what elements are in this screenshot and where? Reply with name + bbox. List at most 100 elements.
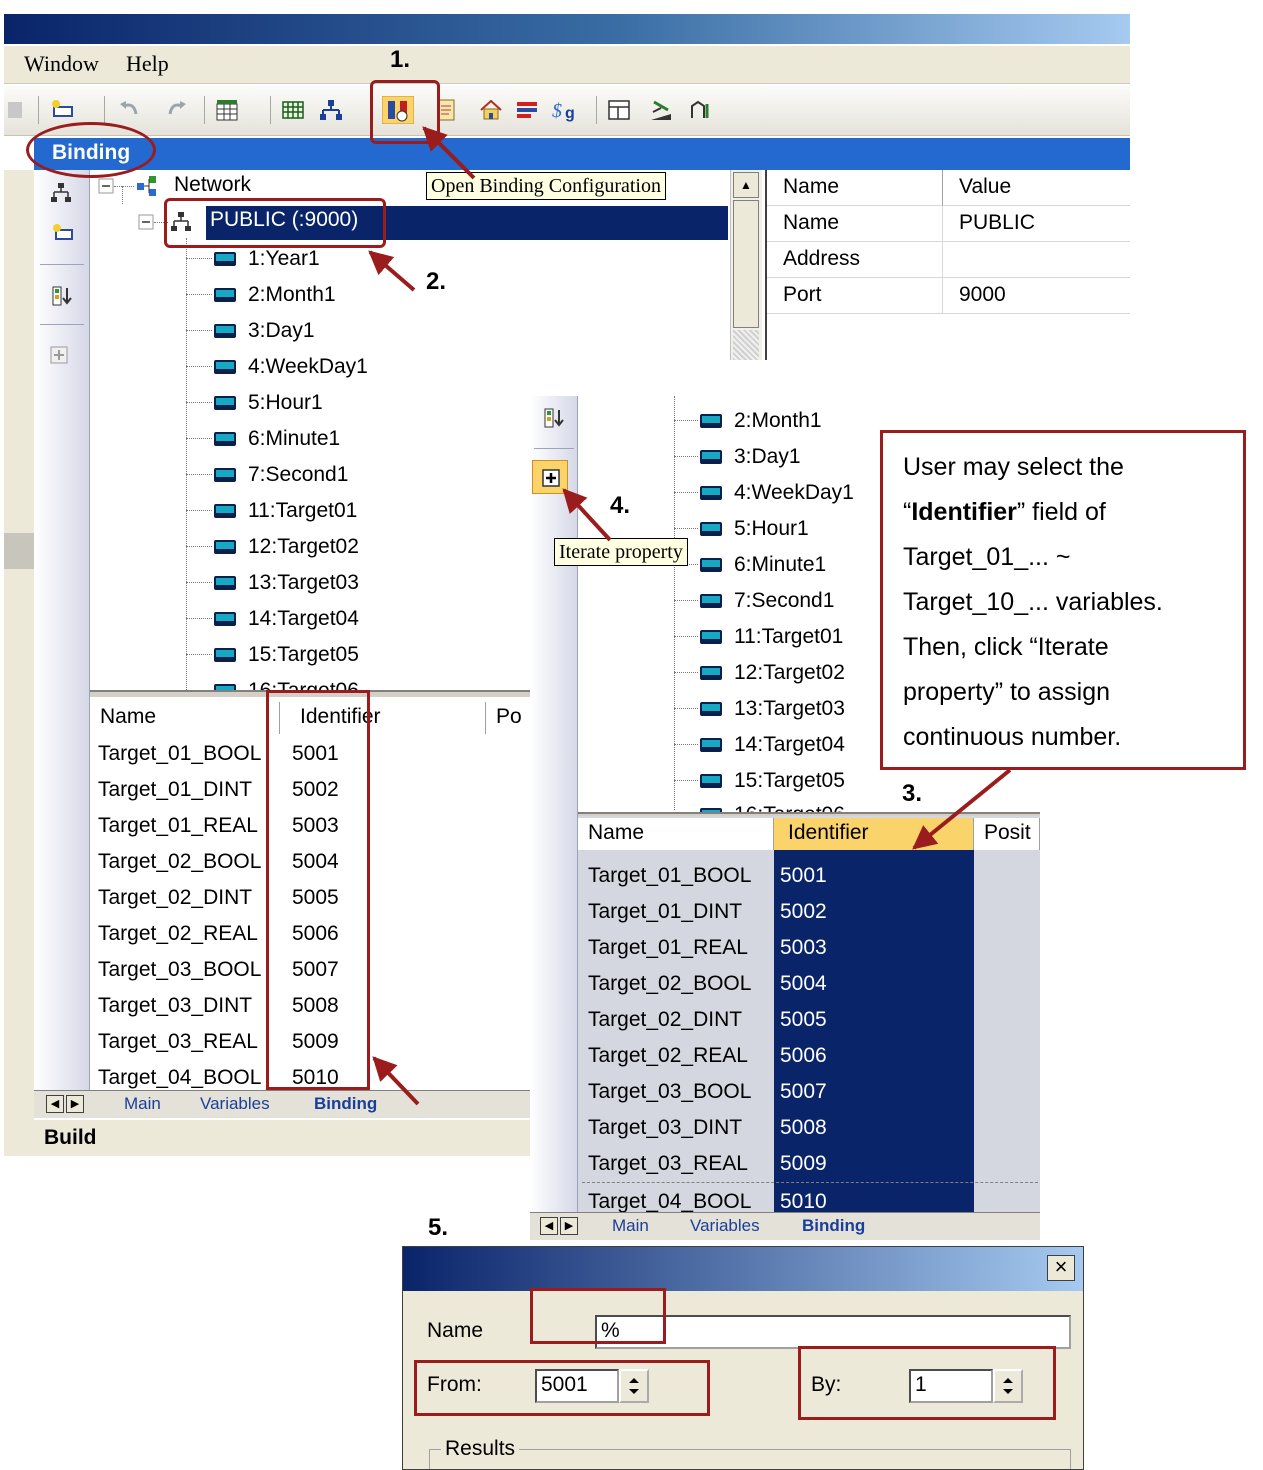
list-cell-name[interactable]: Target_04_BOOL [98,1060,261,1090]
tree-node[interactable]: 12:Target02 [700,658,845,688]
list-color-icon[interactable] [514,98,540,122]
tree-node[interactable]: 4:WeekDay1 [214,352,368,382]
list-cell-identifier-selected[interactable]: 5002 [780,894,827,930]
redo-icon[interactable] [164,98,190,122]
list-cell-identifier-selected[interactable]: 5003 [780,930,827,966]
tree-node[interactable]: 1:Year1 [214,244,320,274]
name-input[interactable]: % [595,1315,1071,1349]
collapse-public-icon[interactable] [138,214,154,230]
scroll-thumb[interactable] [733,200,759,328]
tab-scroll-right[interactable]: ▶ [560,1217,578,1235]
list-cell-identifier-selected[interactable]: 5005 [780,1002,827,1038]
tree-node[interactable]: 15:Target05 [700,766,845,796]
list-cell-name[interactable]: Target_03_DINT [98,988,252,1024]
layout-icon[interactable] [606,98,632,122]
iterate-property-icon-disabled[interactable] [50,346,68,364]
tab-scroll-right[interactable]: ▶ [66,1095,84,1113]
tab-scroll-left[interactable]: ◀ [540,1217,558,1235]
list-cell-name[interactable]: Target_02_BOOL [588,966,751,1002]
tree-node[interactable]: 3:Day1 [700,442,801,472]
undo-icon[interactable] [116,98,142,122]
tab-main[interactable]: Main [124,1094,161,1114]
tree-node[interactable]: 15:Target05 [214,640,359,670]
list-cell-name[interactable]: Target_03_BOOL [588,1074,751,1110]
grid-icon[interactable] [280,98,306,122]
tree-node[interactable]: 14:Target04 [700,730,845,760]
prop-port-value[interactable]: 9000 [943,278,1130,314]
list-cell-name[interactable]: Target_02_DINT [588,1002,742,1038]
tree-node[interactable]: 4:WeekDay1 [700,478,854,508]
collapse-network-icon[interactable] [98,178,114,194]
list-cell-identifier-selected[interactable]: 5007 [780,1074,827,1110]
tab-variables[interactable]: Variables [200,1094,270,1114]
tree-node[interactable]: 11:Target01 [214,496,357,526]
tree-node[interactable]: 11:Target01 [700,622,843,652]
tree-node[interactable]: 14:Target04 [214,604,359,634]
network-icon[interactable] [318,98,344,122]
scroll-up-button[interactable]: ▲ [733,172,759,198]
tab-binding[interactable]: Binding [314,1094,377,1114]
list-header-position[interactable]: Po [486,702,530,734]
list-cell-name[interactable]: Target_01_BOOL [588,858,751,894]
tree-node[interactable]: 13:Target03 [214,568,359,598]
tree-node[interactable]: 16:Target06 [700,800,845,812]
list-cell-name[interactable]: Target_01_REAL [588,930,748,966]
list-cell-name[interactable]: Target_01_DINT [98,772,252,808]
new-item-icon[interactable] [48,98,74,122]
list-cell-name[interactable]: Target_02_DINT [98,880,252,916]
list-cell-identifier-selected[interactable]: 5004 [780,966,827,1002]
run-icon[interactable] [688,98,714,122]
tree-node[interactable]: 5:Hour1 [700,514,809,544]
network-tree-icon[interactable] [50,182,72,204]
tab-variables[interactable]: Variables [690,1216,760,1236]
list-header-position[interactable]: Posit [974,818,1040,850]
record-icon[interactable] [4,98,30,122]
tab-main[interactable]: Main [612,1216,649,1236]
tree-node[interactable]: 7:Second1 [214,460,348,490]
prop-name-value[interactable]: PUBLIC [943,206,1130,242]
tree-node[interactable]: 13:Target03 [700,694,845,724]
list-cell-identifier-selected[interactable]: 5006 [780,1038,827,1074]
tree-node[interactable]: 12:Target02 [214,532,359,562]
list-cell-name[interactable]: Target_03_BOOL [98,952,261,988]
menu-window[interactable]: Window [24,51,99,77]
tree-node[interactable]: 16:Target06 [214,676,359,690]
tree-node[interactable]: 2:Month1 [214,280,336,310]
tree-node-network[interactable]: Network [174,170,251,200]
list-cell-identifier-selected[interactable]: 5009 [780,1146,827,1182]
tree-node[interactable]: 5:Hour1 [214,388,323,418]
sort-icon[interactable] [542,406,566,430]
tree-scrollbar[interactable]: ▲ [730,170,762,360]
list-cell-name[interactable]: Target_02_REAL [98,916,258,952]
list-cell-name[interactable]: Target_03_REAL [98,1024,258,1060]
tree-node[interactable]: 6:Minute1 [214,424,340,454]
sort-icon[interactable] [50,284,74,308]
tab-binding[interactable]: Binding [802,1216,865,1236]
tab-scroll-left[interactable]: ◀ [46,1095,64,1113]
list-cell-identifier-selected[interactable]: 5008 [780,1110,827,1146]
list-cell-identifier-selected[interactable]: 5001 [780,858,827,894]
dialog-close-button[interactable]: × [1047,1255,1075,1281]
list-cell-name[interactable]: Target_01_DINT [588,894,742,930]
tree-node[interactable]: 2:Month1 [700,406,822,436]
tree-node[interactable]: 7:Second1 [700,586,834,616]
download-icon[interactable] [648,98,674,122]
list-cell-name[interactable]: Target_02_BOOL [98,844,261,880]
iterate-property-button[interactable] [532,460,568,494]
list-cell-name[interactable]: Target_03_DINT [588,1110,742,1146]
list-cell-identifier-selected[interactable]: 5010 [780,1182,827,1212]
tree-node[interactable]: 3:Day1 [214,316,315,346]
list-header-name[interactable]: Name [578,818,774,850]
scroll-track[interactable] [733,330,759,360]
list-cell-name[interactable]: Target_04_BOOL [588,1182,751,1212]
tree-node[interactable]: 6:Minute1 [700,550,826,580]
list-cell-name[interactable]: Target_02_REAL [588,1038,748,1074]
list-header-identifier-selected[interactable]: Identifier [774,818,974,850]
list-cell-name[interactable]: Target_01_REAL [98,808,258,844]
add-binding-icon[interactable] [50,222,74,244]
list-header-name[interactable]: Name [90,702,280,734]
list-cell-name[interactable]: Target_01_BOOL [98,736,261,772]
list-cell-name[interactable]: Target_03_REAL [588,1146,748,1182]
menu-help[interactable]: Help [126,51,169,77]
variables-table-icon[interactable] [214,98,240,122]
